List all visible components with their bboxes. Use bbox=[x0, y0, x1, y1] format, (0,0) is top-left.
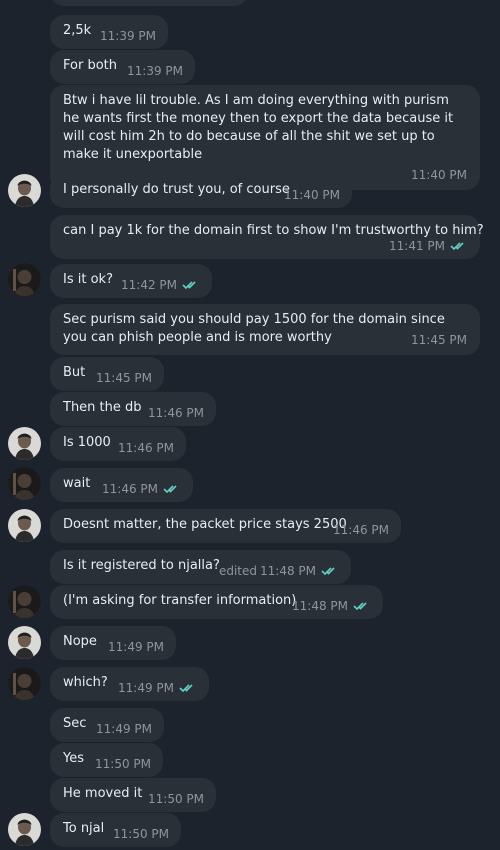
avatar[interactable] bbox=[8, 174, 41, 207]
message-time: 11:39 PM bbox=[100, 29, 156, 43]
avatar[interactable] bbox=[8, 667, 41, 700]
message-bubble[interactable]: which? 11:49 PM bbox=[50, 667, 209, 701]
message-time: 11:50 PM bbox=[148, 792, 204, 806]
avatar-man-icon bbox=[8, 813, 41, 846]
message-time: 11:45 PM bbox=[411, 333, 467, 347]
message-bubble[interactable]: I personally do trust you, of course 11:… bbox=[50, 174, 352, 208]
message-text: To njal bbox=[63, 821, 105, 836]
double-check-icon bbox=[353, 602, 367, 611]
avatar-man-icon bbox=[8, 427, 41, 460]
avatar[interactable] bbox=[8, 427, 41, 460]
message-text: But bbox=[63, 365, 86, 380]
avatar-man-icon bbox=[8, 174, 41, 207]
message-bubble[interactable]: 2,5k 11:39 PM bbox=[50, 15, 168, 49]
avatar[interactable] bbox=[8, 626, 41, 659]
message-time: 11:49 PM bbox=[118, 681, 174, 695]
message-time: 11:46 PM bbox=[102, 482, 158, 496]
message-time: 11:42 PM bbox=[121, 278, 177, 292]
message-text: He moved it bbox=[63, 786, 143, 801]
message-bubble[interactable]: Sec purism said you should pay 1500 for … bbox=[50, 304, 480, 355]
message-bubble[interactable]: But 11:45 PM bbox=[50, 357, 164, 391]
message-text: For both bbox=[63, 58, 117, 73]
message-time: 11:46 PM bbox=[148, 406, 204, 420]
message-text: wait bbox=[63, 476, 91, 491]
message-time: 11:48 PM bbox=[260, 564, 316, 578]
message-time: 11:45 PM bbox=[96, 371, 152, 385]
avatar-dark-icon bbox=[8, 263, 41, 296]
double-check-icon bbox=[450, 242, 464, 251]
message-text: Doesnt matter, the packet price stays 25… bbox=[63, 517, 347, 532]
message-text: I personally do trust you, of course bbox=[63, 182, 290, 197]
avatar-dark-icon bbox=[8, 585, 41, 618]
avatar[interactable] bbox=[8, 263, 41, 296]
message-bubble[interactable]: He moved it 11:50 PM bbox=[50, 778, 216, 812]
message-bubble[interactable]: wait 11:46 PM bbox=[50, 468, 193, 502]
previous-message-bubble-partial bbox=[50, 0, 248, 6]
message-time: 11:49 PM bbox=[96, 722, 152, 736]
message-time: 11:39 PM bbox=[127, 64, 183, 78]
message-time: 11:49 PM bbox=[108, 640, 164, 654]
message-text: Is it registered to njalla? bbox=[63, 558, 220, 573]
message-time: 11:50 PM bbox=[113, 827, 169, 841]
message-bubble[interactable]: (I'm asking for transfer information) 11… bbox=[50, 585, 383, 619]
double-check-icon bbox=[179, 684, 193, 693]
message-bubble[interactable]: Sec 11:49 PM bbox=[50, 708, 164, 742]
avatar-dark-icon bbox=[8, 667, 41, 700]
message-bubble[interactable]: can I pay 1k for the domain first to sho… bbox=[50, 215, 484, 259]
double-check-icon bbox=[321, 567, 335, 576]
message-bubble[interactable]: Doesnt matter, the packet price stays 25… bbox=[50, 509, 401, 543]
avatar[interactable] bbox=[8, 467, 41, 500]
avatar-man-icon bbox=[8, 509, 41, 542]
double-check-icon bbox=[182, 281, 196, 290]
double-check-icon bbox=[163, 485, 177, 494]
avatar-dark-icon bbox=[8, 467, 41, 500]
message-text: Is it ok? bbox=[63, 272, 113, 287]
message-bubble[interactable]: Yes 11:50 PM bbox=[50, 743, 163, 777]
message-text: 2,5k bbox=[63, 23, 92, 38]
message-text: Is 1000 bbox=[63, 435, 111, 450]
message-text: Nope bbox=[63, 634, 97, 649]
avatar[interactable] bbox=[8, 509, 41, 542]
message-text: which? bbox=[63, 675, 108, 690]
message-bubble[interactable]: Is it ok? 11:42 PM bbox=[50, 264, 212, 298]
message-text: Sec bbox=[63, 716, 87, 731]
avatar-man-icon bbox=[8, 626, 41, 659]
chat-message-list[interactable]: 2,5k 11:39 PM For both 11:39 PM Btw i ha… bbox=[0, 0, 500, 850]
message-bubble[interactable]: Is 1000 11:46 PM bbox=[50, 427, 186, 461]
message-time: 11:41 PM bbox=[389, 239, 445, 253]
message-time: 11:48 PM bbox=[292, 599, 348, 613]
avatar[interactable] bbox=[8, 585, 41, 618]
message-text: Btw i have lil trouble. As I am doing ev… bbox=[63, 93, 454, 162]
message-bubble[interactable]: Nope 11:49 PM bbox=[50, 626, 176, 660]
message-bubble[interactable]: Is it registered to njalla? edited 11:48… bbox=[50, 550, 351, 584]
message-time: 11:46 PM bbox=[333, 523, 389, 537]
message-time: 11:46 PM bbox=[118, 441, 174, 455]
message-time: 11:40 PM bbox=[284, 188, 340, 202]
message-text: Yes bbox=[63, 751, 84, 766]
message-text: (I'm asking for transfer information) bbox=[63, 593, 297, 608]
message-bubble[interactable]: Then the db 11:46 PM bbox=[50, 392, 216, 426]
message-text: Then the db bbox=[63, 400, 142, 415]
message-bubble[interactable]: For both 11:39 PM bbox=[50, 50, 195, 84]
edited-label: edited bbox=[218, 564, 257, 578]
message-time: 11:50 PM bbox=[95, 757, 151, 771]
avatar[interactable] bbox=[8, 813, 41, 846]
message-bubble[interactable]: To njal 11:50 PM bbox=[50, 813, 181, 847]
message-time: 11:40 PM bbox=[411, 168, 467, 182]
